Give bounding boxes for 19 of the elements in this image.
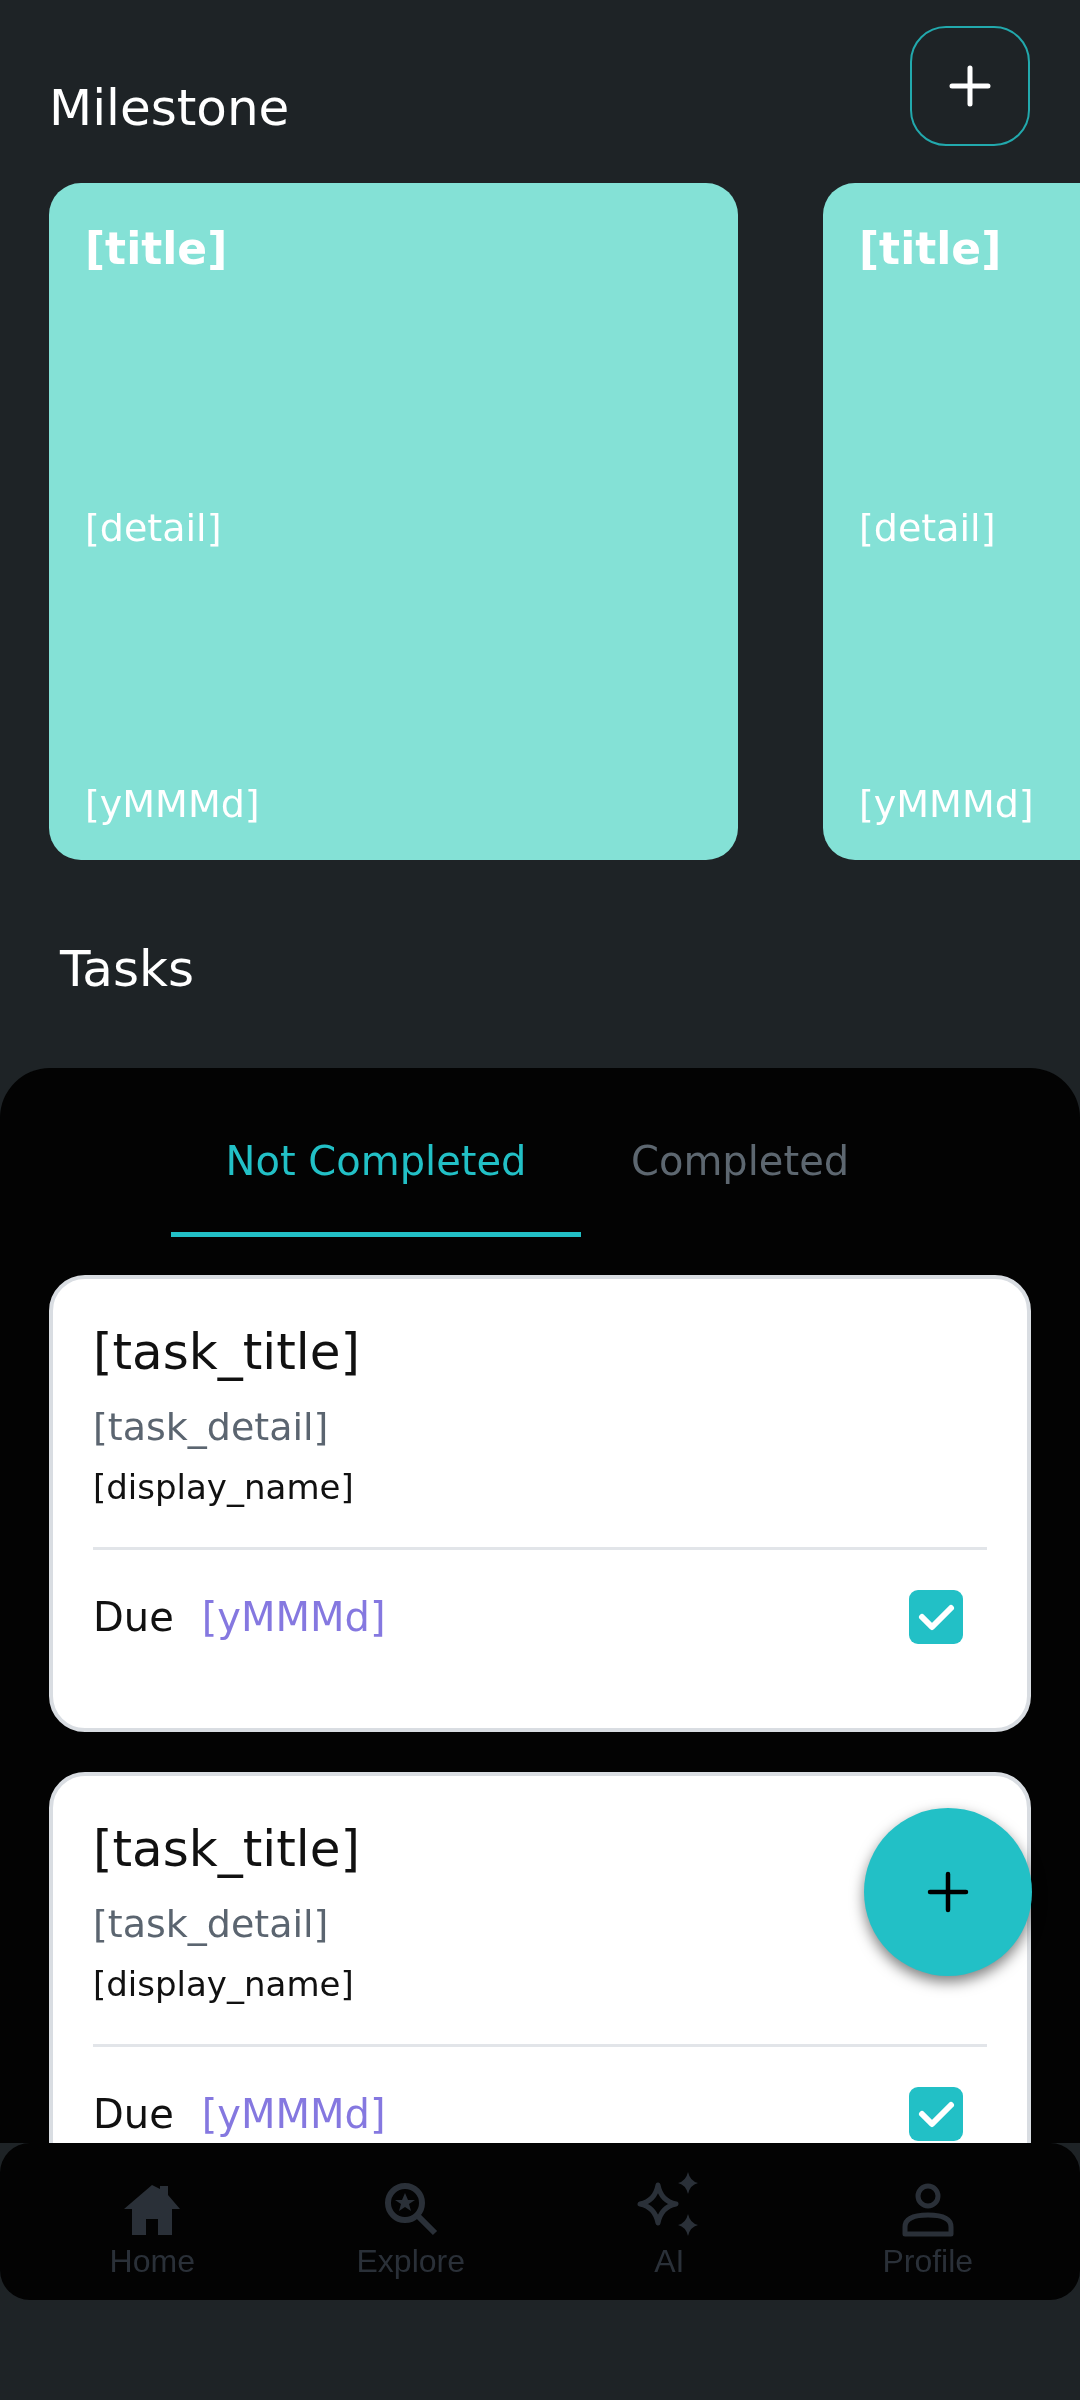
due-date: [yMMMd]	[201, 1594, 386, 1640]
person-icon	[901, 2183, 954, 2237]
due-label: Due	[93, 2091, 174, 2137]
milestone-card[interactable]: [title] [detail] [yMMMd]	[49, 183, 738, 860]
section-title: Tasks	[60, 940, 195, 1000]
due-label: Due	[93, 1594, 174, 1640]
home-icon	[122, 2183, 183, 2237]
add-button[interactable]	[910, 26, 1030, 146]
milestone-card[interactable]: [title] [detail] [yMMMd]	[823, 183, 1080, 860]
search-icon	[382, 2181, 439, 2237]
plus-icon	[948, 64, 992, 108]
checkbox[interactable]	[909, 1590, 963, 1644]
section-title: Milestone	[49, 79, 290, 137]
tab[interactable]: Completed	[631, 1128, 850, 1237]
task-card[interactable]: [task_title] [task_detail] [display_name] Due [yMMMd]	[49, 1275, 1031, 1732]
task-card[interactable]: [task_title] [task_detail] [display_name] Due [yMMMd]	[49, 1772, 1031, 2143]
tab[interactable]: Not Completed	[171, 1128, 581, 1237]
due-date: [yMMMd]	[201, 2091, 386, 2137]
checkbox[interactable]	[909, 2087, 963, 2141]
